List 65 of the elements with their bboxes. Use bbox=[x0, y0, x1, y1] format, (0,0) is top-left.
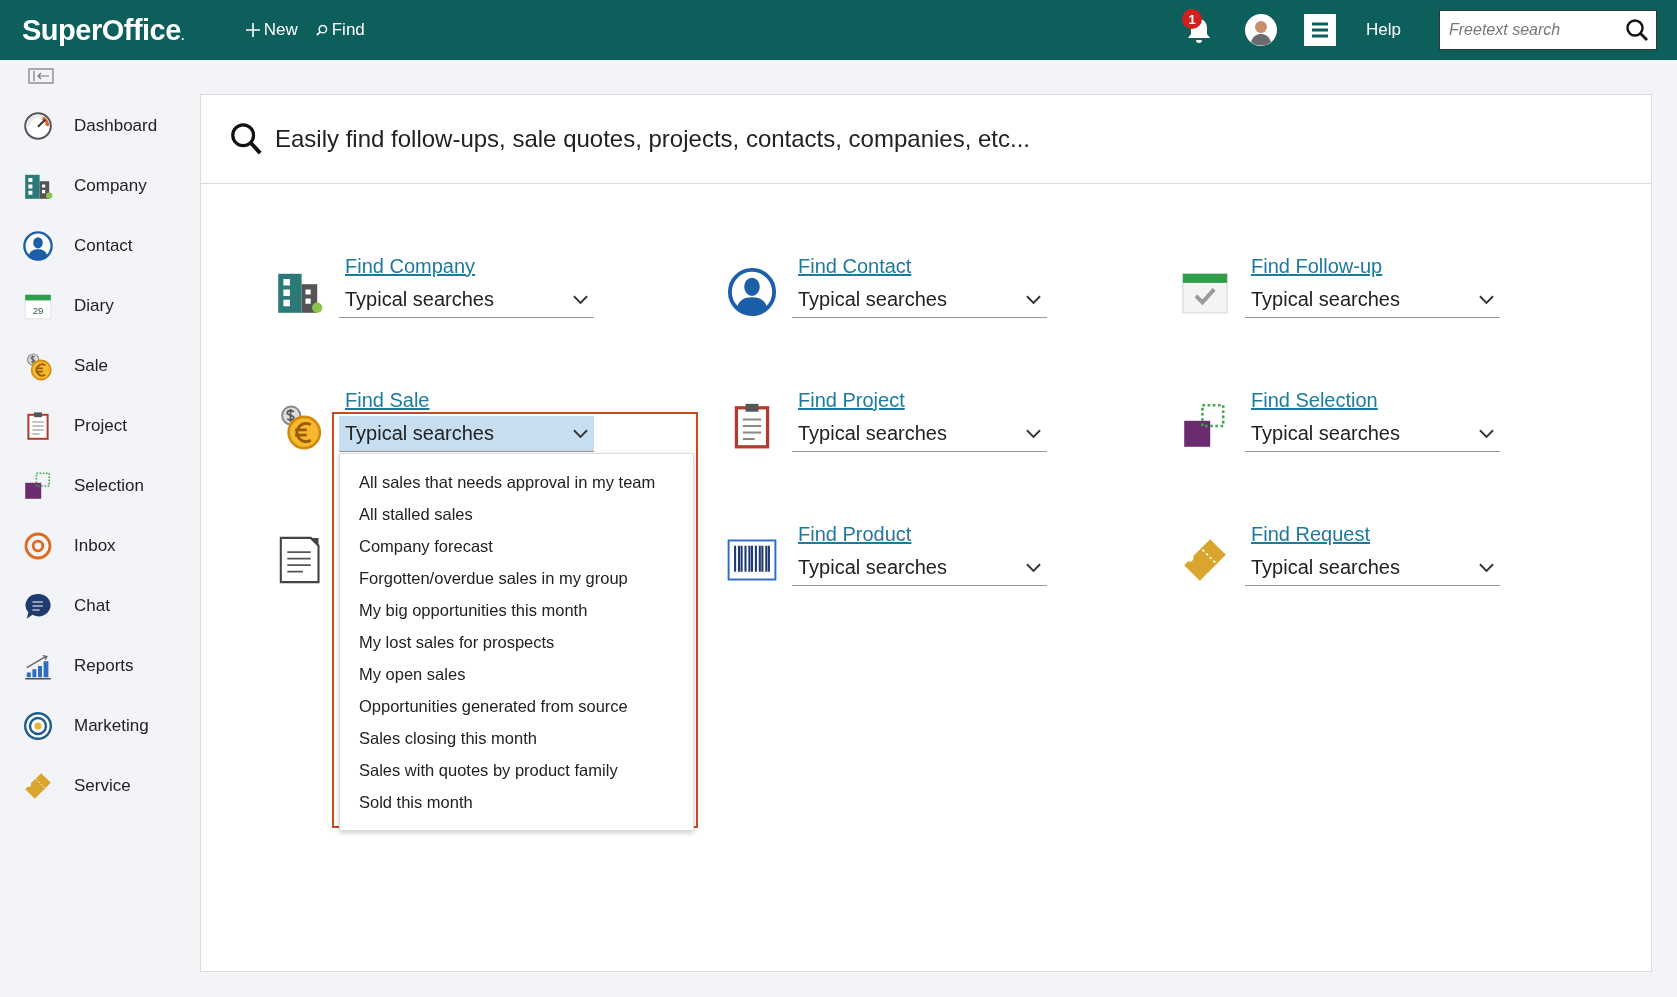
new-button[interactable]: New bbox=[245, 20, 298, 40]
typical-searches-dropdown[interactable]: Typical searches bbox=[792, 416, 1047, 452]
typical-searches-dropdown[interactable]: Typical searches bbox=[1245, 282, 1500, 318]
chevron-down-icon bbox=[1026, 294, 1041, 305]
dropdown-option[interactable]: Sold this month bbox=[340, 786, 693, 818]
find-link[interactable]: Find Project bbox=[798, 389, 1047, 412]
sidebar-item[interactable]: Service bbox=[22, 756, 200, 816]
chevron-down-icon bbox=[1479, 562, 1494, 573]
find-link[interactable]: Find Follow-up bbox=[1251, 255, 1500, 278]
sidebar-item[interactable]: Sale bbox=[22, 336, 200, 396]
find-link[interactable]: Find Company bbox=[345, 255, 594, 278]
menu-icon[interactable] bbox=[1304, 14, 1337, 46]
typical-searches-dropdown[interactable]: Typical searches bbox=[1245, 550, 1500, 586]
person-icon bbox=[726, 266, 778, 318]
chevron-down-icon bbox=[573, 428, 588, 439]
dropdown-option[interactable]: Opportunities generated from source bbox=[340, 690, 693, 722]
sidebar-item[interactable]: 29 Diary bbox=[22, 276, 200, 336]
dropdown-option[interactable]: Sales closing this month bbox=[340, 722, 693, 754]
dropdown-option[interactable]: All sales that needs approval in my team bbox=[340, 466, 693, 498]
typical-searches-dropdown[interactable]: Typical searches bbox=[792, 550, 1047, 586]
sidebar-item[interactable]: Marketing bbox=[22, 696, 200, 756]
chevron-down-icon bbox=[1026, 562, 1041, 573]
dropdown-option[interactable]: Forgotten/overdue sales in my group bbox=[340, 562, 693, 594]
search-icon bbox=[315, 24, 328, 36]
chevron-down-icon bbox=[1479, 428, 1494, 439]
sidebar-item[interactable]: Project bbox=[22, 396, 200, 456]
notification-badge: 1 bbox=[1182, 9, 1203, 29]
plus-icon bbox=[245, 23, 260, 37]
chevron-down-icon bbox=[1479, 294, 1494, 305]
typical-searches-dropdown[interactable]: Typical searches bbox=[1245, 416, 1500, 452]
sidebar-item[interactable]: Reports bbox=[22, 636, 200, 696]
sidebar-item[interactable]: Chat bbox=[22, 576, 200, 636]
collapse-sidebar-icon[interactable] bbox=[28, 68, 54, 84]
typical-searches-dropdown[interactable]: Typical searches bbox=[339, 416, 594, 452]
help-link[interactable]: Help bbox=[1366, 20, 1401, 40]
chevron-down-icon bbox=[573, 294, 588, 305]
sidebar-item[interactable]: Dashboard bbox=[22, 96, 200, 156]
dropdown-option[interactable]: My open sales bbox=[340, 658, 693, 690]
typical-searches-dropdown[interactable]: Typical searches bbox=[339, 282, 594, 318]
dropdown-option[interactable]: Sales with quotes by product family bbox=[340, 754, 693, 786]
find-link[interactable]: Find Selection bbox=[1251, 389, 1500, 412]
typical-searches-dropdown[interactable]: Typical searches bbox=[792, 282, 1047, 318]
sidebar-item[interactable]: Inbox bbox=[22, 516, 200, 576]
avatar-icon[interactable] bbox=[1244, 13, 1279, 47]
dropdown-option[interactable]: My big opportunities this month bbox=[340, 594, 693, 626]
target-icon bbox=[22, 710, 54, 742]
sidebar-item[interactable]: Contact bbox=[22, 216, 200, 276]
dropdown-option[interactable]: My lost sales for prospects bbox=[340, 626, 693, 658]
freetext-search-field[interactable]: Freetext search bbox=[1439, 10, 1657, 50]
dropdown-option[interactable]: Company forecast bbox=[340, 530, 693, 562]
person-icon bbox=[22, 230, 54, 262]
search-icon[interactable] bbox=[1625, 18, 1649, 42]
chevron-down-icon bbox=[1026, 428, 1041, 439]
sidebar-item[interactable]: Selection bbox=[22, 456, 200, 516]
gauge-icon bbox=[22, 110, 54, 142]
sidebar-item[interactable]: Company bbox=[22, 156, 200, 216]
find-link[interactable]: Find Request bbox=[1251, 523, 1500, 546]
panel-heading: Easily find follow-ups, sale quotes, projects, contacts, companies, etc... bbox=[275, 125, 1031, 153]
find-button[interactable]: Find bbox=[315, 20, 365, 40]
find-link[interactable]: Find Contact bbox=[798, 255, 1047, 278]
find-link[interactable]: Find Sale bbox=[345, 389, 594, 412]
find-link[interactable]: Find Product bbox=[798, 523, 1047, 546]
search-icon bbox=[229, 121, 263, 157]
dropdown-option[interactable]: All stalled sales bbox=[340, 498, 693, 530]
logo[interactable]: SuperOffice. bbox=[22, 13, 184, 47]
